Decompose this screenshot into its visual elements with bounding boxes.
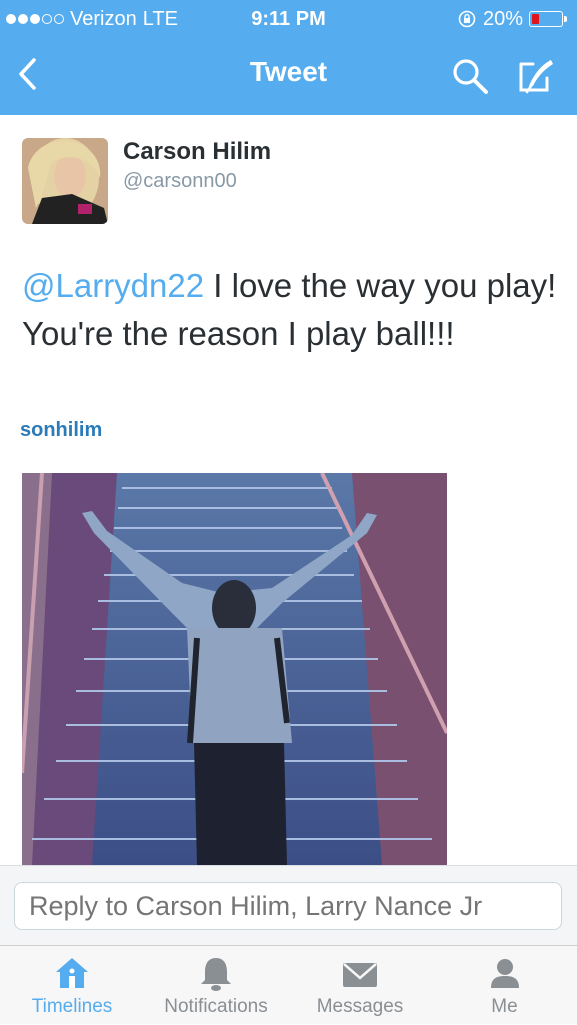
author-name[interactable]: Carson Hilim [123, 138, 271, 166]
tab-label: Notifications [164, 996, 268, 1017]
mention-link[interactable]: @Larrydn22 [22, 267, 204, 304]
battery-percent: 20% [482, 8, 523, 30]
tab-bar: Timelines Notifications Messages Me [0, 945, 577, 1024]
tab-messages[interactable]: Messages [288, 946, 432, 1025]
rotation-lock-icon [458, 10, 476, 28]
status-bar: Verizon LTE 9:11 PM 20% [0, 0, 577, 38]
reply-bar [0, 865, 577, 945]
tweet-photo[interactable] [22, 473, 447, 865]
tab-label: Timelines [31, 996, 113, 1017]
bell-icon [201, 958, 231, 991]
battery-icon [529, 11, 567, 27]
search-icon[interactable] [450, 56, 492, 96]
tab-me[interactable]: Me [432, 946, 577, 1025]
reply-input[interactable] [14, 882, 562, 930]
envelope-icon [343, 963, 377, 987]
tab-label: Me [491, 996, 518, 1017]
author-handle[interactable]: @carsonn00 [123, 170, 237, 193]
home-icon [56, 958, 88, 988]
tweet-text: @Larrydn22 I love the way you play! You'… [22, 262, 562, 358]
top-bar: Verizon LTE 9:11 PM 20% Tweet [0, 0, 577, 115]
tab-timelines[interactable]: Timelines [0, 946, 144, 1025]
tab-notifications[interactable]: Notifications [144, 946, 288, 1025]
battery-status: 20% [457, 0, 567, 38]
person-icon [490, 959, 519, 988]
compose-icon[interactable] [515, 56, 557, 96]
avatar[interactable] [22, 138, 108, 224]
embedded-username[interactable]: sonhilim [20, 419, 102, 442]
tab-label: Messages [316, 996, 404, 1017]
